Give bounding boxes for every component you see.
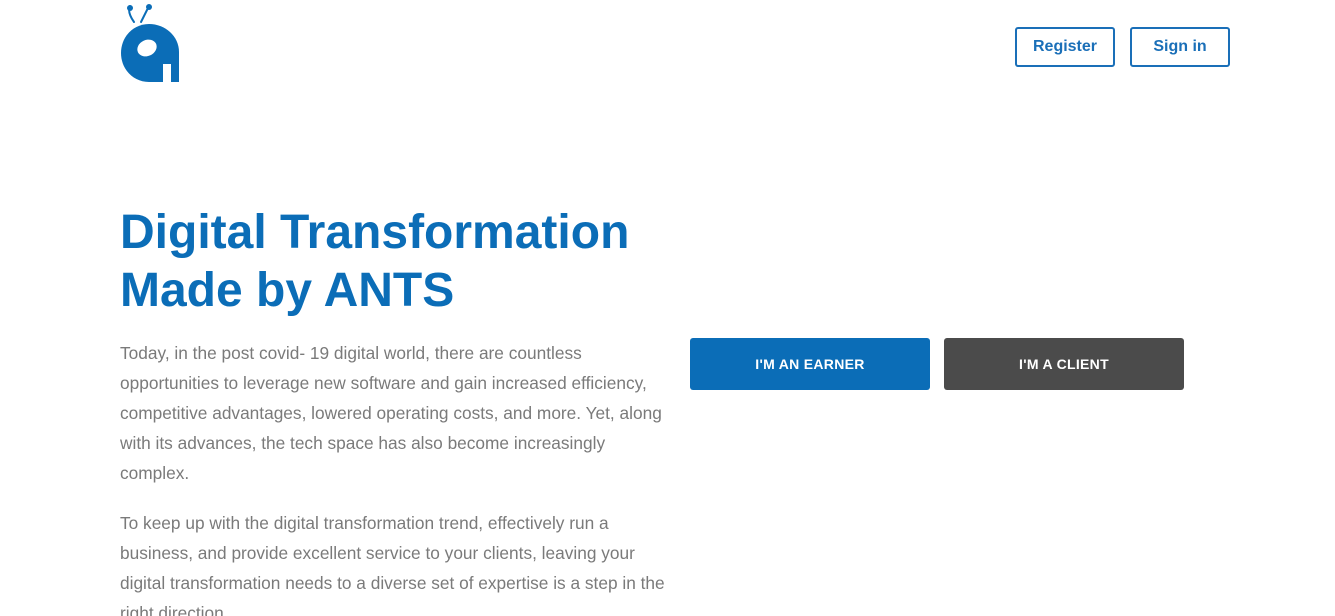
hero-title: Digital Transformation Made by ANTS: [120, 204, 680, 320]
sign-in-button[interactable]: Sign in: [1130, 27, 1230, 67]
landing-page: Register Sign in Digital Transformation …: [0, 0, 1335, 616]
client-button[interactable]: I'M A CLIENT: [944, 338, 1184, 390]
ants-logo[interactable]: [119, 2, 183, 86]
hero-title-line-1: Digital Transformation: [120, 206, 630, 259]
hero-title-line-2: Made by ANTS: [120, 264, 455, 317]
register-button[interactable]: Register: [1015, 27, 1115, 67]
hero-paragraph-1: Today, in the post covid- 19 digital wor…: [120, 343, 662, 483]
hero-paragraph-2: To keep up with the digital transformati…: [120, 513, 665, 616]
earner-button[interactable]: I'M AN EARNER: [690, 338, 930, 390]
